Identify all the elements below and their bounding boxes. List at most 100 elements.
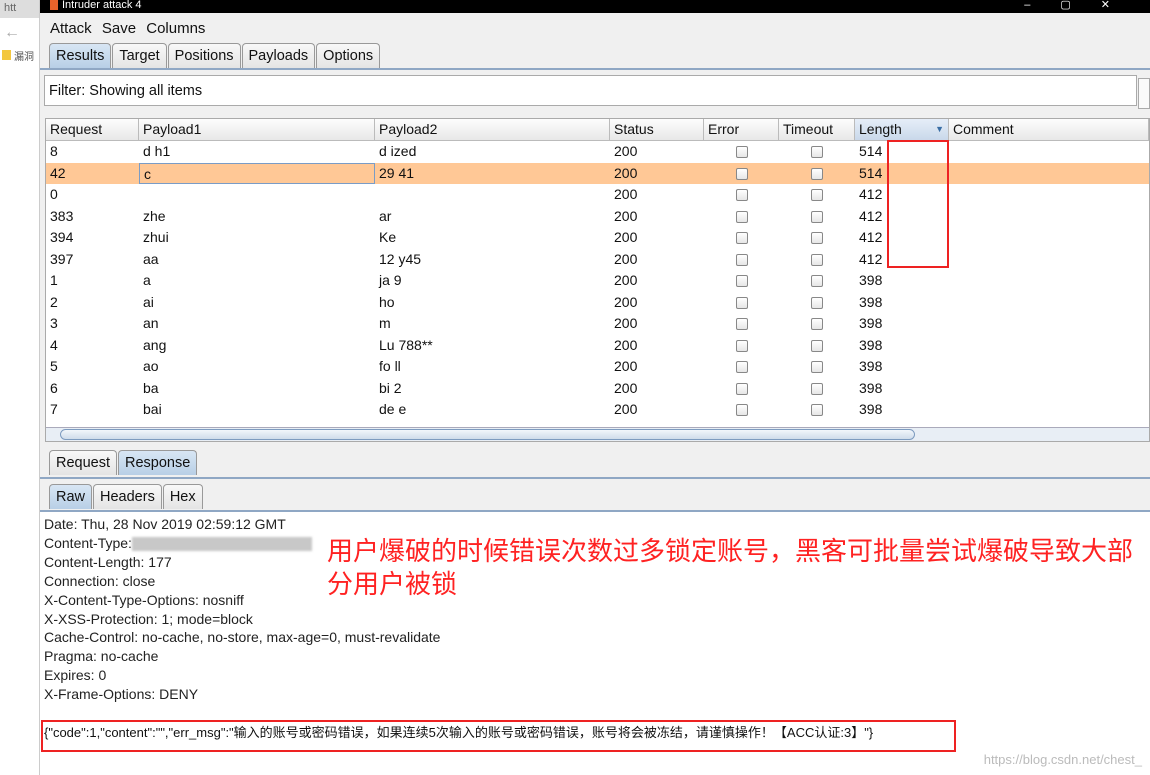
watermark: https://blog.csdn.net/chest_ — [983, 752, 1142, 767]
col-payload2[interactable]: Payload2 — [375, 119, 610, 140]
error-checkbox[interactable] — [735, 167, 748, 180]
folder-icon — [2, 50, 11, 60]
error-checkbox[interactable] — [735, 318, 748, 331]
cell-length: 398 — [859, 293, 883, 310]
window-controls[interactable]: –▢✕ — [1024, 0, 1140, 11]
cell-timeout — [779, 227, 855, 249]
timeout-checkbox[interactable] — [811, 318, 823, 331]
response-header-line: Date: Thu, 28 Nov 2019 02:59:12 GMT — [44, 516, 286, 532]
cell-error — [704, 378, 779, 400]
tab-response[interactable]: Response — [118, 450, 198, 475]
table-row[interactable]: 4 ang Lu 788** 200 398 — [46, 335, 1149, 357]
cell-timeout — [779, 141, 855, 163]
table-row[interactable]: 3 an m 200 398 — [46, 313, 1149, 335]
tab-hex[interactable]: Hex — [162, 484, 203, 509]
col-timeout[interactable]: Timeout — [779, 119, 855, 140]
divider — [40, 477, 1150, 479]
timeout-checkbox[interactable] — [811, 167, 823, 180]
tab-target[interactable]: Target — [112, 43, 167, 68]
table-row[interactable]: 42 c 29 41 200 514 — [46, 162, 1149, 185]
cell-timeout — [779, 184, 855, 206]
col-length[interactable]: Length ▼ — [855, 119, 949, 140]
col-error[interactable]: Error — [704, 119, 779, 140]
error-checkbox[interactable] — [735, 146, 748, 159]
timeout-checkbox[interactable] — [811, 361, 823, 374]
timeout-checkbox[interactable] — [811, 253, 823, 266]
bookmark-item[interactable]: 漏洞 — [0, 48, 39, 63]
error-checkbox[interactable] — [735, 232, 748, 245]
table-row[interactable]: 1 a ja 9 200 398 — [46, 270, 1149, 292]
tab-positions[interactable]: Positions — [167, 43, 241, 68]
cell-comment — [949, 270, 1149, 292]
col-comment[interactable]: Comment — [949, 119, 1149, 140]
table-row[interactable]: 8d h1 d ized 200 514 — [46, 141, 1149, 163]
col-request[interactable]: Request — [46, 119, 139, 140]
tab-options[interactable]: Options — [316, 43, 381, 68]
cell-length: 398 — [859, 401, 883, 417]
menu-bar: Attack Save Columns — [40, 13, 1150, 43]
menu-columns[interactable]: Columns — [146, 20, 205, 37]
table-row[interactable]: 6 ba bi 2 200 398 — [46, 378, 1149, 400]
cell-payload2: ho — [379, 293, 395, 310]
timeout-checkbox[interactable] — [811, 275, 823, 288]
error-checkbox[interactable] — [735, 189, 748, 202]
tab-results[interactable]: Results — [49, 43, 112, 68]
cell-comment — [949, 249, 1149, 271]
table-row[interactable]: 383 zhe ar 200 412 — [46, 206, 1149, 228]
cell-error — [704, 163, 779, 185]
timeout-checkbox[interactable] — [811, 339, 823, 352]
error-checkbox[interactable] — [735, 296, 748, 309]
redacted-value — [131, 537, 312, 552]
cell-error — [704, 399, 779, 421]
table-row[interactable]: 2 ai ho 200 398 — [46, 292, 1149, 314]
error-checkbox[interactable] — [735, 404, 748, 417]
timeout-checkbox[interactable] — [811, 296, 823, 309]
error-checkbox[interactable] — [735, 382, 748, 395]
table-row[interactable]: 7 bai de e 200 398 — [46, 399, 1149, 421]
table-row[interactable]: 0 200 412 — [46, 184, 1149, 206]
timeout-checkbox[interactable] — [811, 404, 823, 417]
tab-raw[interactable]: Raw — [49, 484, 93, 509]
menu-save[interactable]: Save — [102, 20, 136, 37]
browser-tab[interactable]: htt — [0, 0, 39, 18]
tab-payloads[interactable]: Payloads — [241, 43, 316, 68]
col-length-label: Length — [859, 121, 902, 137]
cell-payload2: d ized — [379, 143, 417, 159]
timeout-checkbox[interactable] — [811, 146, 823, 159]
horizontal-scrollbar[interactable] — [46, 427, 1149, 441]
back-icon[interactable]: ← — [0, 18, 39, 48]
error-checkbox[interactable] — [735, 253, 748, 266]
cell-payload1: ai — [143, 293, 154, 310]
scrollbar-thumb[interactable] — [60, 429, 915, 440]
tab-request[interactable]: Request — [49, 450, 118, 475]
table-row[interactable]: 397 aa 12 y45 200 412 — [46, 249, 1149, 271]
cell-timeout — [779, 249, 855, 271]
cell-timeout — [779, 378, 855, 400]
main-tabs: Results Target Positions Payloads Option… — [40, 43, 1150, 70]
cell-payload2: Ke — [379, 229, 397, 245]
cell-comment — [949, 141, 1149, 163]
cell-payload2: 12 y45 — [379, 250, 422, 267]
table-row[interactable]: 5 ao fo ll 200 398 — [46, 356, 1149, 378]
timeout-checkbox[interactable] — [811, 232, 823, 245]
error-checkbox[interactable] — [735, 210, 748, 223]
timeout-checkbox[interactable] — [811, 382, 823, 395]
filter-button[interactable] — [1138, 78, 1150, 109]
timeout-checkbox[interactable] — [811, 210, 823, 223]
cell-payload1: zhui — [143, 229, 169, 245]
tab-headers[interactable]: Headers — [93, 484, 162, 509]
timeout-checkbox[interactable] — [811, 189, 823, 202]
cell-comment — [949, 399, 1149, 421]
error-checkbox[interactable] — [735, 361, 748, 374]
cell-payload1 — [139, 184, 375, 206]
response-header-line: Expires: 0 — [44, 667, 107, 684]
error-checkbox[interactable] — [735, 339, 748, 352]
col-payload1[interactable]: Payload1 — [139, 119, 375, 140]
menu-attack[interactable]: Attack — [50, 20, 92, 37]
table-row[interactable]: 394 zhui Ke 200 412 — [46, 227, 1149, 249]
error-checkbox[interactable] — [735, 275, 748, 288]
filter-bar[interactable]: Filter: Showing all items — [44, 75, 1137, 106]
cell-request: 1 — [50, 272, 58, 288]
cell-payload1: aa — [143, 250, 159, 267]
col-status[interactable]: Status — [610, 119, 704, 140]
